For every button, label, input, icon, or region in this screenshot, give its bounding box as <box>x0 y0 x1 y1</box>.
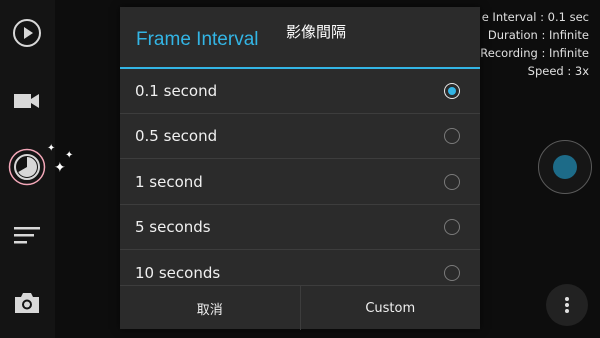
recording-info: e Interval : 0.1 sec Duration : Infinite… <box>480 8 589 80</box>
sparkle-icon: ✦ <box>54 160 66 176</box>
option-label: 5 seconds <box>135 218 211 236</box>
shutter-record-icon <box>553 155 577 179</box>
radio-unchecked-icon[interactable] <box>444 128 460 144</box>
list-icon[interactable] <box>8 216 46 254</box>
option-0-1-second[interactable]: 0.1 second <box>120 69 480 114</box>
option-10-seconds[interactable]: 10 seconds <box>120 251 480 285</box>
info-line: e Interval : 0.1 sec <box>481 10 589 24</box>
sparkle-icon: ✦ <box>65 150 74 161</box>
option-0-5-second[interactable]: 0.5 second <box>120 114 480 159</box>
dialog-title-cn: 影像間隔 <box>286 23 347 41</box>
dialog-button-row: 取消 Custom <box>120 285 480 330</box>
option-5-seconds[interactable]: 5 seconds <box>120 205 480 250</box>
overflow-menu-button[interactable] <box>546 284 588 326</box>
option-label: 1 second <box>135 173 203 191</box>
play-icon[interactable] <box>8 14 46 52</box>
left-toolbar <box>0 0 55 338</box>
radio-unchecked-icon[interactable] <box>444 174 460 190</box>
video-camera-icon[interactable] <box>8 82 46 120</box>
info-line: Speed : 3x <box>527 64 589 78</box>
timer-icon[interactable] <box>8 148 46 186</box>
radio-unchecked-icon[interactable] <box>444 265 460 281</box>
option-label: 0.5 second <box>135 127 218 145</box>
info-line: Duration : Infinite <box>487 28 589 42</box>
radio-checked-icon[interactable] <box>444 83 460 99</box>
custom-button[interactable]: Custom <box>299 286 481 330</box>
option-label: 0.1 second <box>135 82 218 100</box>
camera-icon[interactable] <box>8 284 46 322</box>
sparkle-icon: ✦ <box>47 143 56 154</box>
more-vertical-icon <box>565 297 569 313</box>
option-label: 10 seconds <box>135 264 221 282</box>
shutter-button[interactable] <box>538 140 592 194</box>
dialog-title: Frame Interval <box>136 29 259 50</box>
radio-unchecked-icon[interactable] <box>444 219 460 235</box>
info-line: Recording : Infinite <box>480 46 589 60</box>
option-1-second[interactable]: 1 second <box>120 160 480 205</box>
cancel-button[interactable]: 取消 <box>120 286 300 330</box>
frame-interval-dialog: Frame Interval 影像間隔 0.1 second 0.5 secon… <box>120 7 480 330</box>
